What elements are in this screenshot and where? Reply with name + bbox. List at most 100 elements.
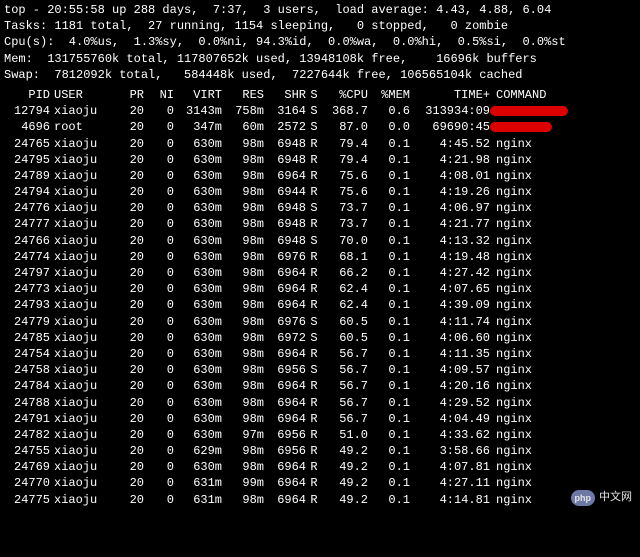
cell-pid: 24776	[4, 200, 50, 216]
cell-cpu: 73.7	[322, 216, 368, 232]
cell-cpu: 70.0	[322, 233, 368, 249]
cell-user: xiaoju	[50, 216, 114, 232]
cell-s: R	[306, 184, 322, 200]
cell-cpu: 75.6	[322, 184, 368, 200]
cell-time: 4:11.74	[410, 314, 490, 330]
cell-pid: 24784	[4, 378, 50, 394]
cell-time: 4:29.52	[410, 395, 490, 411]
cell-pid: 24779	[4, 314, 50, 330]
summary-mem: Mem: 131755760k total, 117807652k used, …	[4, 51, 636, 67]
cell-s: S	[306, 330, 322, 346]
col-shr: SHR	[264, 87, 306, 103]
cell-user: xiaoju	[50, 200, 114, 216]
cell-command: nginx	[490, 346, 636, 362]
cell-s: R	[306, 152, 322, 168]
cell-command: nginx	[490, 168, 636, 184]
cell-cpu: 60.5	[322, 330, 368, 346]
cell-cpu: 49.2	[322, 443, 368, 459]
cell-s: R	[306, 297, 322, 313]
cell-shr: 6956	[264, 443, 306, 459]
redaction-mark	[490, 106, 568, 116]
cell-cpu: 49.2	[322, 459, 368, 475]
process-row: 24791xiaoju200630m98m6964R56.70.14:04.49…	[4, 411, 636, 427]
cell-user: xiaoju	[50, 297, 114, 313]
cell-virt: 630m	[174, 152, 222, 168]
summary-uptime: top - 20:55:58 up 288 days, 7:37, 3 user…	[4, 2, 636, 18]
cell-time: 4:21.98	[410, 152, 490, 168]
cell-virt: 630m	[174, 200, 222, 216]
cell-pr: 20	[114, 475, 144, 491]
cell-time: 4:08.01	[410, 168, 490, 184]
cell-mem: 0.1	[368, 475, 410, 491]
col-cmd: COMMAND	[490, 87, 636, 103]
cell-command: nginx	[490, 330, 636, 346]
cell-cpu: 79.4	[322, 136, 368, 152]
cell-user: xiaoju	[50, 184, 114, 200]
cell-time: 4:27.42	[410, 265, 490, 281]
cell-time: 4:27.11	[410, 475, 490, 491]
cell-virt: 630m	[174, 395, 222, 411]
process-list: 12794xiaoju2003143m758m3164S368.70.63139…	[4, 103, 636, 508]
cell-pr: 20	[114, 427, 144, 443]
cell-command	[490, 103, 636, 119]
col-cpu: %CPU	[322, 87, 368, 103]
cell-s: S	[306, 103, 322, 119]
process-row: 24785xiaoju200630m98m6972S60.50.14:06.60…	[4, 330, 636, 346]
cell-virt: 630m	[174, 346, 222, 362]
cell-user: xiaoju	[50, 411, 114, 427]
cell-command: nginx	[490, 459, 636, 475]
cell-pid: 24766	[4, 233, 50, 249]
process-row: 24774xiaoju200630m98m6976R68.10.14:19.48…	[4, 249, 636, 265]
cell-s: S	[306, 119, 322, 135]
process-row: 4696root200347m60m2572S87.00.069690:45	[4, 119, 636, 135]
cell-pr: 20	[114, 233, 144, 249]
cell-cpu: 51.0	[322, 427, 368, 443]
cell-pr: 20	[114, 216, 144, 232]
process-row: 24788xiaoju200630m98m6964R56.70.14:29.52…	[4, 395, 636, 411]
cell-command: nginx	[490, 297, 636, 313]
cell-time: 4:19.48	[410, 249, 490, 265]
cell-shr: 2572	[264, 119, 306, 135]
cell-pid: 24777	[4, 216, 50, 232]
summary-swap: Swap: 7812092k total, 584448k used, 7227…	[4, 67, 636, 83]
cell-pid: 24788	[4, 395, 50, 411]
cell-s: R	[306, 346, 322, 362]
cell-ni: 0	[144, 297, 174, 313]
cell-mem: 0.1	[368, 427, 410, 443]
cell-user: xiaoju	[50, 459, 114, 475]
cell-command: nginx	[490, 395, 636, 411]
cell-pid: 24758	[4, 362, 50, 378]
cell-pr: 20	[114, 249, 144, 265]
cell-pr: 20	[114, 297, 144, 313]
cell-res: 98m	[222, 168, 264, 184]
cell-res: 98m	[222, 459, 264, 475]
cell-ni: 0	[144, 249, 174, 265]
cell-pr: 20	[114, 459, 144, 475]
cell-s: S	[306, 314, 322, 330]
cell-time: 4:14.81	[410, 492, 490, 508]
cell-command: nginx	[490, 233, 636, 249]
cell-user: xiaoju	[50, 362, 114, 378]
process-row: 24773xiaoju200630m98m6964R62.40.14:07.65…	[4, 281, 636, 297]
cell-command: nginx	[490, 152, 636, 168]
cell-shr: 6964	[264, 475, 306, 491]
cell-shr: 6944	[264, 184, 306, 200]
cell-shr: 6964	[264, 459, 306, 475]
cell-s: R	[306, 443, 322, 459]
cell-pid: 24774	[4, 249, 50, 265]
cell-pid: 24785	[4, 330, 50, 346]
cell-cpu: 56.7	[322, 362, 368, 378]
cell-command: nginx	[490, 200, 636, 216]
cell-pr: 20	[114, 168, 144, 184]
cell-pr: 20	[114, 103, 144, 119]
cell-mem: 0.1	[368, 281, 410, 297]
summary-block: top - 20:55:58 up 288 days, 7:37, 3 user…	[4, 2, 636, 83]
cell-shr: 6976	[264, 314, 306, 330]
cell-time: 4:06.97	[410, 200, 490, 216]
cell-shr: 6964	[264, 346, 306, 362]
cell-shr: 6948	[264, 233, 306, 249]
cell-res: 98m	[222, 411, 264, 427]
cell-pid: 12794	[4, 103, 50, 119]
cell-ni: 0	[144, 168, 174, 184]
summary-cpu: Cpu(s): 4.0%us, 1.3%sy, 0.0%ni, 94.3%id,…	[4, 34, 636, 50]
